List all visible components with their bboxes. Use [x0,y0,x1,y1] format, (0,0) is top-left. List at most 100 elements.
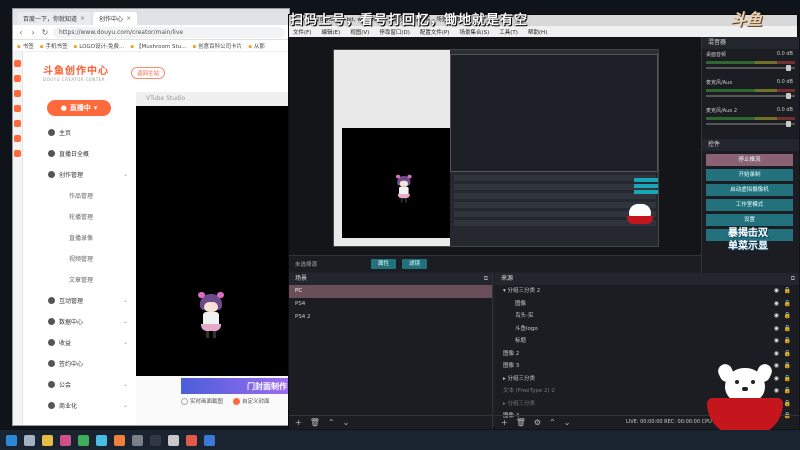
source-item[interactable]: 斗鱼logo ◉ 🔒 [495,323,799,336]
down-icon[interactable]: ⌄ [343,418,350,427]
bookmark-item[interactable]: 创意百科公司卡片 [192,42,242,50]
browser-tab-baidu[interactable]: 百度一下，你就知道 × [17,12,92,25]
bookmark-item[interactable]: 手机书签 [40,42,67,50]
nav-item[interactable]: 视频管理 [23,248,136,269]
lock-icon[interactable]: 🔒 [784,285,791,298]
obs-menu-item[interactable]: 编辑(E) [321,28,340,36]
obs-menu-item[interactable]: 配置文件(P) [420,28,450,36]
nav-item[interactable]: 商业化 ⌄ [23,395,136,416]
control-button[interactable]: 启动虚拟摄像机 [706,184,793,196]
lock-icon[interactable]: 🔒 [784,385,791,398]
bookmark-item[interactable]: 从那 [248,42,265,50]
app-icon[interactable] [14,135,21,142]
obs-menu-item[interactable]: 工具(T) [499,28,518,36]
obs-menu-item[interactable]: 文件(F) [293,28,311,36]
scene-item[interactable]: PC [289,285,492,298]
control-button[interactable]: 开始录制 [706,169,793,181]
forward-icon[interactable]: › [29,28,37,37]
nav-item[interactable]: 互动管理 ⌄ [23,290,136,311]
scene-item[interactable]: PS4 2 [289,311,492,324]
back-icon[interactable]: ‹ [17,28,25,37]
bookmark-item[interactable]: LOGO设计-免费... [74,42,124,50]
address-bar[interactable]: https://www.douyu.com/creator/main/live [53,26,285,38]
volume-slider[interactable] [706,93,795,99]
add-icon[interactable]: + [295,418,302,427]
source-item[interactable]: ▾ 分组三分类 2 ◉ 🔒 [495,285,799,298]
lock-icon[interactable]: 🔒 [784,398,791,411]
down-icon[interactable]: ⌄ [564,418,571,427]
app-icon[interactable] [168,434,179,446]
control-button[interactable]: 工作室模式 [706,199,793,211]
add-icon[interactable]: + [501,418,508,427]
app-icon[interactable] [14,105,21,112]
app-icon[interactable] [14,90,21,97]
obs-menu-item[interactable]: 场景集合(S) [459,28,489,36]
nav-item[interactable]: 文章管理 [23,269,136,290]
lock-icon[interactable]: 🔒 [784,335,791,348]
lock-icon[interactable]: 🔒 [784,310,791,323]
dock-menu-icon[interactable]: ⧉ [791,273,795,285]
browser-icon[interactable] [204,434,215,446]
scene-item[interactable]: PS4 [289,298,492,311]
nav-item[interactable]: 收益 ⌄ [23,332,136,353]
lock-icon[interactable]: 🔒 [784,298,791,311]
app-icon[interactable] [14,60,21,67]
source-item[interactable]: 图像 2 ◉ 🔒 [495,348,799,361]
nav-item[interactable]: 公会 ⌄ [23,374,136,395]
eye-icon[interactable]: ◉ [774,285,779,298]
properties-button[interactable]: 属性 [371,259,397,269]
radio-live-snapshot[interactable]: 实时画面截图 [181,397,223,405]
app-icon[interactable] [14,120,21,127]
lock-icon[interactable]: 🔒 [784,373,791,386]
lock-icon[interactable]: 🔒 [784,348,791,361]
back-to-main-button[interactable]: 返回主站 [131,67,166,79]
gear-icon[interactable]: ⚙ [534,418,541,427]
trash-icon[interactable]: 🗑 [516,418,526,427]
app-icon[interactable] [96,434,107,446]
app-icon[interactable] [132,434,143,446]
volume-slider[interactable] [706,121,795,127]
app-icon[interactable] [14,150,21,157]
nav-item[interactable]: 直播录像 [23,227,136,248]
filters-button[interactable]: 滤镜 [402,259,428,269]
cover-banner[interactable]: 门封面制作 [181,378,289,394]
source-item[interactable]: 图像 ◉ 🔒 [495,298,799,311]
source-item[interactable]: 标题 ◉ 🔒 [495,335,799,348]
nav-item[interactable]: 数据中心 ⌄ [23,311,136,332]
obs-menu-item[interactable]: 视图(V) [350,28,369,36]
lock-icon[interactable]: 🔒 [784,360,791,373]
nav-item[interactable]: 创作管理 ⌄ [23,164,136,185]
bookmark-item[interactable]: 书签 [17,42,34,50]
search-icon[interactable] [24,434,35,446]
trash-icon[interactable]: 🗑 [310,418,320,427]
folder-icon[interactable] [42,434,53,446]
app-icon[interactable] [60,434,71,446]
eye-icon[interactable]: ◉ [774,335,779,348]
eye-icon[interactable]: ◉ [774,310,779,323]
lock-icon[interactable]: 🔒 [784,323,791,336]
nav-item[interactable]: 轮播管理 [23,206,136,227]
start-icon[interactable] [6,434,17,446]
radio-custom-cover[interactable]: 自定义封面 [233,397,270,405]
dock-menu-icon[interactable]: ⧉ [484,273,488,285]
obs-menu-item[interactable]: 停靠窗口(D) [379,28,410,36]
nav-item[interactable]: 主页 [23,122,136,143]
creator-logo[interactable]: 斗鱼创作中心 DOUYU CREATOR CENTER [43,62,109,82]
bookmark-item[interactable]: 【Mushroom Stu... [130,42,186,50]
source-item[interactable]: 鸟头-实 ◉ 🔒 [495,310,799,323]
control-button[interactable]: 停止推流 [706,154,793,166]
browser-tab-creator[interactable]: 创作中心 × [93,12,138,25]
nav-item[interactable]: 直播日全概 [23,143,136,164]
eye-icon[interactable]: ◉ [774,323,779,336]
up-icon[interactable]: ⌃ [549,418,556,427]
eye-icon[interactable]: ◉ [774,298,779,311]
eye-icon[interactable]: ◉ [774,348,779,361]
close-icon[interactable]: × [126,15,131,22]
app-icon[interactable] [78,434,89,446]
app-icon[interactable] [114,434,125,446]
nav-item[interactable]: 作品管理 [23,185,136,206]
obs-icon[interactable] [150,434,161,446]
app-icon[interactable] [186,434,197,446]
obs-menu-item[interactable]: 帮助(H) [528,28,547,36]
nav-item[interactable]: 签约中心 [23,353,136,374]
